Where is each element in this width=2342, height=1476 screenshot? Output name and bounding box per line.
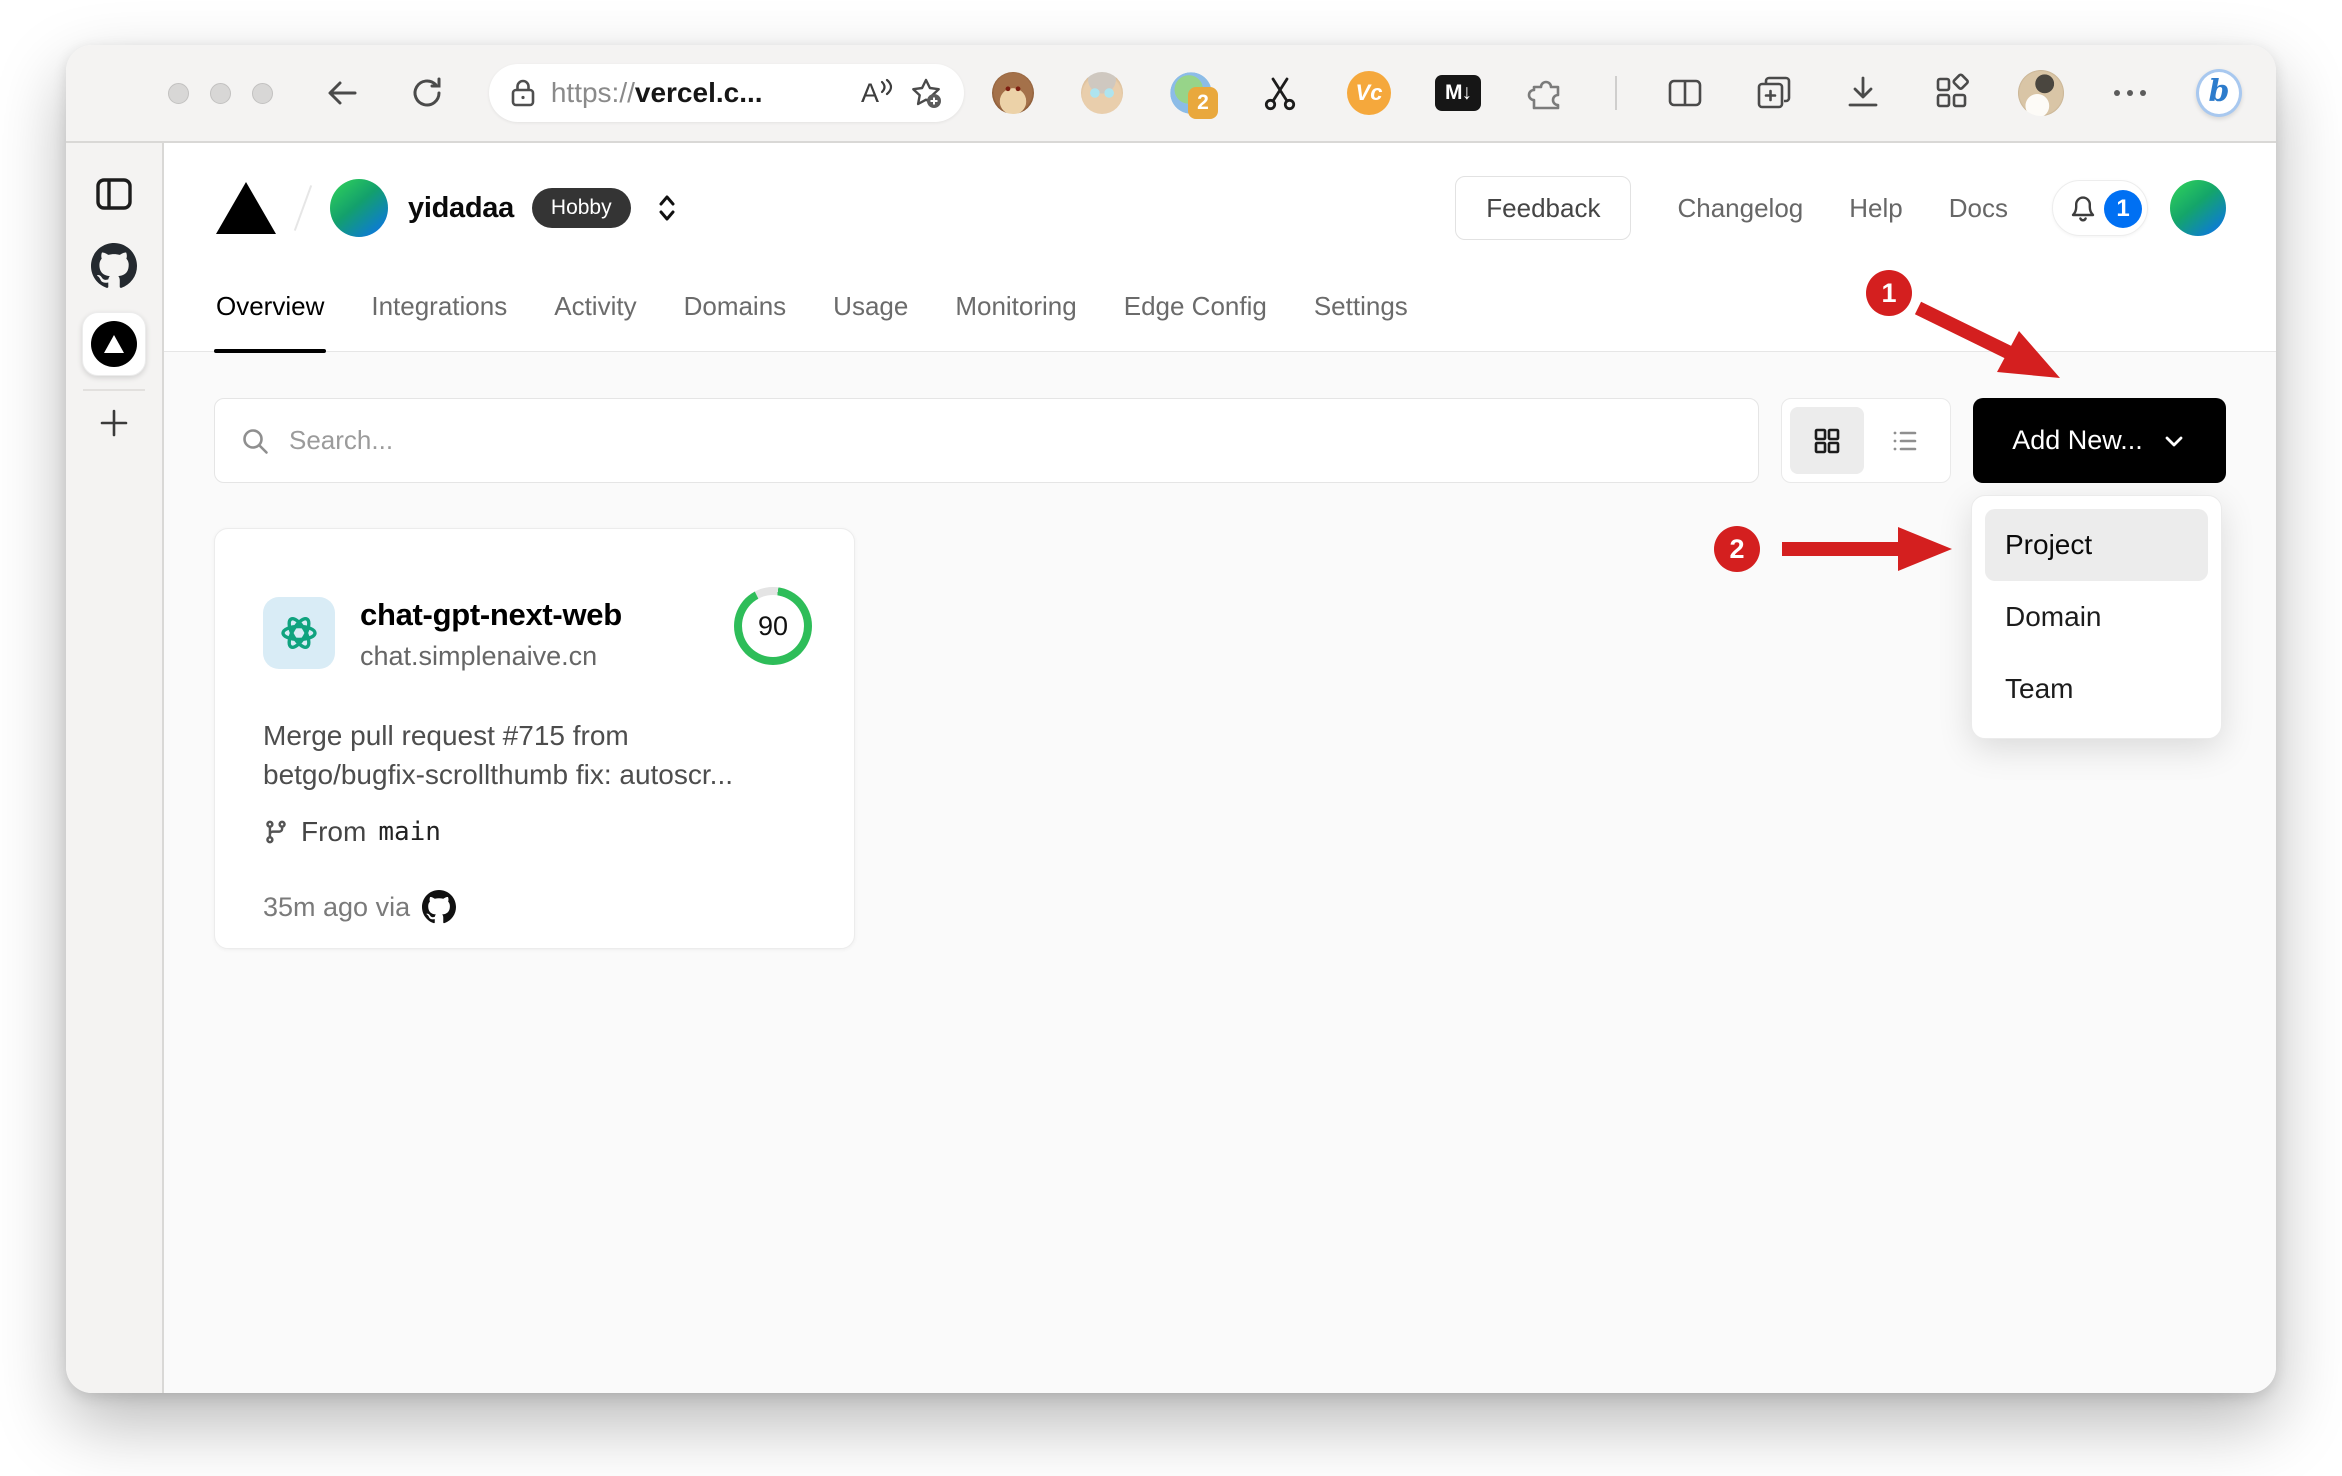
refresh-button[interactable] (406, 71, 449, 115)
url-text: https://vercel.c... (551, 77, 847, 109)
feedback-button[interactable]: Feedback (1455, 176, 1632, 240)
split-screen-icon[interactable] (1662, 70, 1708, 116)
profile-avatar[interactable] (2017, 70, 2064, 116)
deploy-meta-row: 35m ago via (263, 890, 812, 924)
user-avatar[interactable] (2170, 180, 2226, 236)
search-box (214, 398, 1759, 483)
tab-domains[interactable]: Domains (684, 291, 787, 352)
back-button[interactable] (321, 71, 364, 115)
tab-manager-extension-icon[interactable]: 2 (1168, 70, 1218, 119)
page-body: Add New... Project Domain Team (164, 352, 2276, 1393)
toolbar-divider (1614, 76, 1617, 110)
tab-manager-badge: 2 (1187, 87, 1218, 119)
git-branch-icon (266, 820, 286, 844)
docs-link[interactable]: Docs (1949, 193, 2008, 224)
tab-integrations[interactable]: Integrations (371, 291, 507, 352)
browser-window: https://vercel.c... A 2 Vc M↓ b yidadaa … (66, 45, 2276, 1393)
back-arrow-icon (328, 81, 357, 105)
downloads-icon[interactable] (1840, 70, 1886, 116)
url-scheme: https:// (550, 77, 635, 108)
branch-row: From main (263, 816, 812, 848)
team-switcher-button[interactable] (647, 188, 687, 228)
chevron-updown-icon (659, 195, 675, 221)
lock-icon (511, 79, 535, 107)
add-new-dropdown: Project Domain Team (1971, 495, 2222, 739)
add-new-button[interactable]: Add New... (1973, 398, 2226, 483)
vercel-tab-active[interactable] (82, 312, 146, 376)
analytics-score: 90 (742, 595, 804, 657)
openai-logo-icon (263, 597, 335, 669)
vc-extension-icon[interactable]: Vc (1346, 70, 1392, 116)
team-name: yidadaa (408, 191, 514, 224)
help-link[interactable]: Help (1849, 193, 1902, 224)
branch-prefix: From (301, 816, 367, 847)
branch-name: main (378, 817, 441, 847)
dropdown-item-project[interactable]: Project (1985, 509, 2208, 581)
address-bar[interactable]: https://vercel.c... A (488, 64, 964, 122)
grandma-extension-icon[interactable] (1079, 70, 1125, 116)
close-button[interactable] (168, 82, 189, 104)
collections-icon[interactable] (1751, 70, 1797, 116)
list-view-icon (1893, 431, 1917, 450)
team-avatar[interactable] (330, 179, 388, 237)
vercel-tab-icon (91, 321, 137, 367)
extensions-puzzle-icon[interactable] (1524, 70, 1570, 116)
scissors-extension-icon[interactable] (1257, 70, 1303, 116)
changelog-link[interactable]: Changelog (1677, 193, 1803, 224)
tab-edge-config[interactable]: Edge Config (1124, 291, 1267, 352)
refresh-icon (413, 77, 441, 107)
search-icon (243, 428, 268, 454)
list-view-button[interactable] (1868, 407, 1942, 474)
new-tab-button[interactable] (96, 405, 132, 441)
apps-launcher-icon[interactable] (1929, 70, 1975, 116)
immersive-reader-icon[interactable]: A (861, 78, 894, 109)
github-icon (91, 243, 137, 288)
notifications-button[interactable]: 1 (2052, 180, 2148, 236)
bell-icon (2071, 196, 2095, 222)
minimize-button[interactable] (210, 82, 231, 104)
plan-badge: Hobby (531, 188, 631, 228)
analytics-score-ring[interactable]: 90 (734, 587, 812, 665)
tab-panel-icon[interactable] (93, 175, 135, 213)
tab-settings[interactable]: Settings (1314, 291, 1408, 352)
search-input[interactable] (289, 425, 1734, 456)
traffic-lights (168, 82, 273, 104)
dashboard-tabs: Overview Integrations Activity Domains U… (164, 251, 2276, 353)
more-menu-icon[interactable] (2107, 70, 2153, 116)
vercel-logo[interactable] (214, 180, 278, 236)
favorite-star-icon[interactable] (908, 75, 944, 111)
tab-usage[interactable]: Usage (833, 291, 908, 352)
url-domain: vercel.c... (634, 77, 763, 108)
project-name: chat-gpt-next-web (360, 597, 622, 632)
chevron-down-icon (2165, 436, 2183, 446)
markdown-download-extension-icon[interactable]: M↓ (1434, 70, 1481, 116)
tab-overview[interactable]: Overview (213, 291, 327, 353)
project-card[interactable]: chat-gpt-next-web chat.simplenaive.cn 90… (214, 528, 855, 949)
browser-toolbar: https://vercel.c... A 2 Vc M↓ b (66, 45, 2276, 143)
github-icon (422, 890, 457, 924)
site-header: yidadaa Hobby Feedback Changelog Help Do… (164, 143, 2276, 353)
tab-monitoring[interactable]: Monitoring (955, 291, 1076, 352)
deploy-time: 35m ago via (263, 891, 411, 922)
monkey-extension-icon[interactable] (990, 70, 1036, 116)
view-switcher (1781, 398, 1951, 483)
project-domain: chat.simplenaive.cn (360, 641, 598, 671)
zoom-button[interactable] (252, 82, 273, 104)
tab-separator (83, 389, 145, 391)
breadcrumb-slash (293, 185, 313, 231)
tab-activity[interactable]: Activity (554, 291, 636, 352)
commit-message: Merge pull request #715 from betgo/bugfi… (263, 720, 733, 790)
grid-view-icon (1814, 428, 1840, 453)
extension-row: 2 Vc M↓ b (990, 69, 2242, 119)
dropdown-item-domain[interactable]: Domain (1985, 581, 2208, 653)
dropdown-item-team[interactable]: Team (1985, 653, 2208, 725)
grid-view-button[interactable] (1790, 407, 1864, 474)
vertical-tab-bar (66, 143, 164, 1393)
bing-chat-icon[interactable]: b (2195, 69, 2242, 117)
notification-count-badge: 1 (2104, 190, 2142, 228)
github-tab[interactable] (91, 243, 137, 289)
vercel-page: yidadaa Hobby Feedback Changelog Help Do… (164, 143, 2276, 1393)
